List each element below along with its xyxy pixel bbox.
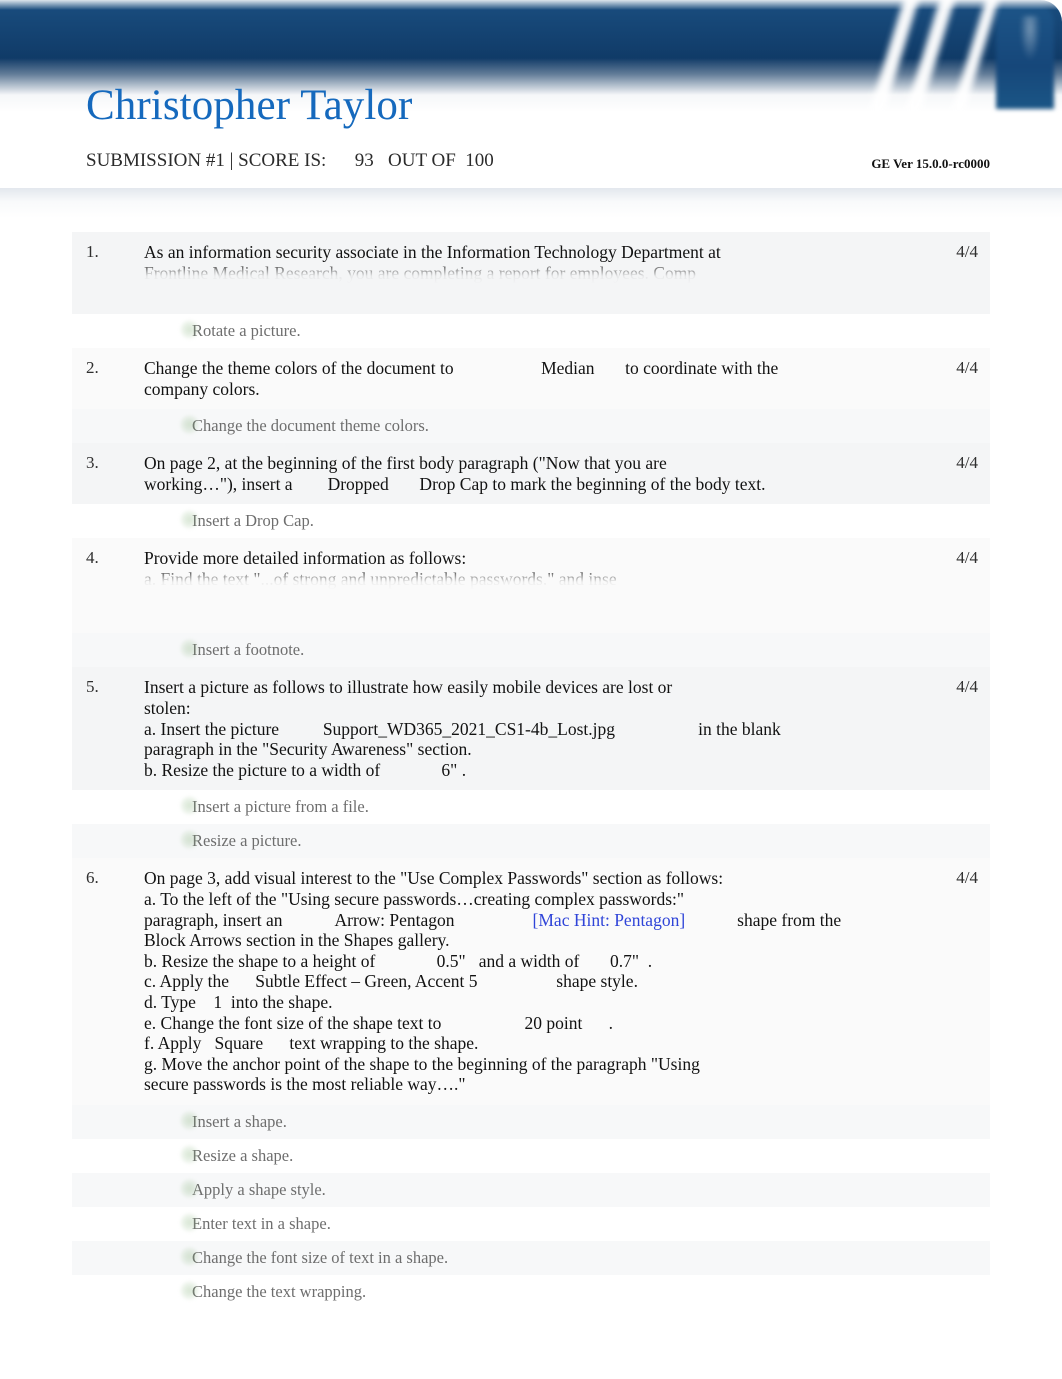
step-row: Rotate a picture. [72,314,990,348]
step-row: Change the text wrapping. [72,1274,990,1309]
q6-line-6: c. Apply the Subtle Effect – Green, Acce… [144,971,638,992]
question-number: 4. [86,548,99,568]
q6-line-3a: paragraph, insert an [144,909,283,930]
question-number: 6. [86,868,99,888]
step-row: Change the font size of text in a shape. [72,1240,990,1275]
step-label: Resize a picture. [192,831,302,851]
banner-top-highlight [0,0,1062,10]
question-score: 4/4 [956,548,978,568]
q6-line-11: secure passwords is the most reliable wa… [144,1074,466,1095]
step-row: Change the document theme colors. [72,409,990,444]
q6-line-1: On page 3, add visual interest to the "U… [144,868,724,889]
step-label: Apply a shape style. [192,1179,326,1199]
step-label: Insert a shape. [192,1111,287,1131]
question-row: 6. 4/4 On page 3, add visual interest to… [72,858,990,1105]
question-score: 4/4 [956,868,978,888]
page-title: Christopher Taylor [86,82,413,129]
header-divider [0,188,1062,218]
question-number: 2. [86,358,99,377]
check-circle-icon [180,1212,199,1232]
check-circle-icon [180,1246,199,1266]
q6-line-10: g. Move the anchor point of the shape to… [144,1053,700,1074]
step-label: Insert a Drop Cap. [192,511,314,531]
question-number: 3. [86,453,99,473]
q6-line-3d: shape from the [737,909,842,930]
step-row: Enter text in a shape. [72,1206,990,1241]
q6-line-4: Block Arrows section in the Shapes galle… [144,930,450,951]
question-text: On page 2, at the beginning of the first… [144,453,766,494]
question-score: 4/4 [956,242,978,261]
question-number: 5. [86,677,99,697]
mac-hint-label: [Mac Hint: Pentagon] [532,909,686,930]
step-label: Resize a shape. [192,1145,294,1165]
step-label: Insert a footnote. [192,640,305,660]
check-circle-icon [180,1280,199,1300]
check-circle-icon [180,1178,199,1198]
question-row: 3. 4/4 On page 2, at the beginning of th… [72,443,990,505]
check-circle-icon [180,1144,199,1164]
question-score: 4/4 [956,677,978,697]
step-row: Insert a shape. [72,1104,990,1139]
check-circle-icon [180,1110,199,1130]
step-row: Apply a shape style. [72,1172,990,1207]
page-footer-space [0,1308,1062,1379]
step-label: Change the text wrapping. [192,1281,367,1301]
step-row: Resize a picture. [72,824,990,859]
step-row: Insert a footnote. [72,633,990,668]
step-row: Insert a Drop Cap. [72,504,990,539]
question-row: 4. 4/4 Provide more detailed information… [72,538,990,634]
step-label: Enter text in a shape. [192,1213,331,1233]
question-text: Insert a picture as follows to illustrat… [144,677,781,780]
step-row: Insert a picture from a file. [72,790,990,825]
grading-report-list: 1. 4/4 As an information security associ… [0,232,1062,1379]
question-score: 4/4 [956,453,978,473]
question-score: 4/4 [956,358,978,377]
q6-line-9: f. Apply Square text wrapping to the sha… [144,1033,479,1054]
q6-shape-name: Arrow: Pentagon [334,909,455,930]
question-row: 5. 4/4 Insert a picture as follows to il… [72,667,990,791]
question-text: Change the theme colors of the document … [144,358,779,399]
question-row: 2. 4/4 Change the theme colors of the do… [72,348,990,410]
step-label: Change the font size of text in a shape. [192,1247,449,1267]
q6-line-5: b. Resize the shape to a height of 0.5" … [144,950,653,971]
question-number: 1. [86,242,99,261]
question-text: Provide more detailed information as fol… [144,548,617,589]
submission-score-line: SUBMISSION #1 | SCORE IS: 93 OUT OF 100 [86,150,494,171]
q6-line-8: e. Change the font size of the shape tex… [144,1012,614,1033]
step-label: Rotate a picture. [192,321,301,340]
q6-line-2: a. To the left of the "Using secure pass… [144,888,685,909]
banner-logo-glyph [1020,16,1040,60]
check-circle-icon [180,320,199,339]
step-label: Insert a picture from a file. [192,797,369,817]
step-row: Resize a shape. [72,1138,990,1173]
step-label: Change the document theme colors. [192,416,429,436]
q6-line-7: d. Type 1 into the shape. [144,991,333,1012]
question-text: As an information security associate in … [144,242,721,283]
question-text: On page 3, add visual interest to the "U… [144,868,932,1095]
version-label: GE Ver 15.0.0-rc0000 [871,156,990,171]
question-row: 1. 4/4 As an information security associ… [72,232,990,314]
